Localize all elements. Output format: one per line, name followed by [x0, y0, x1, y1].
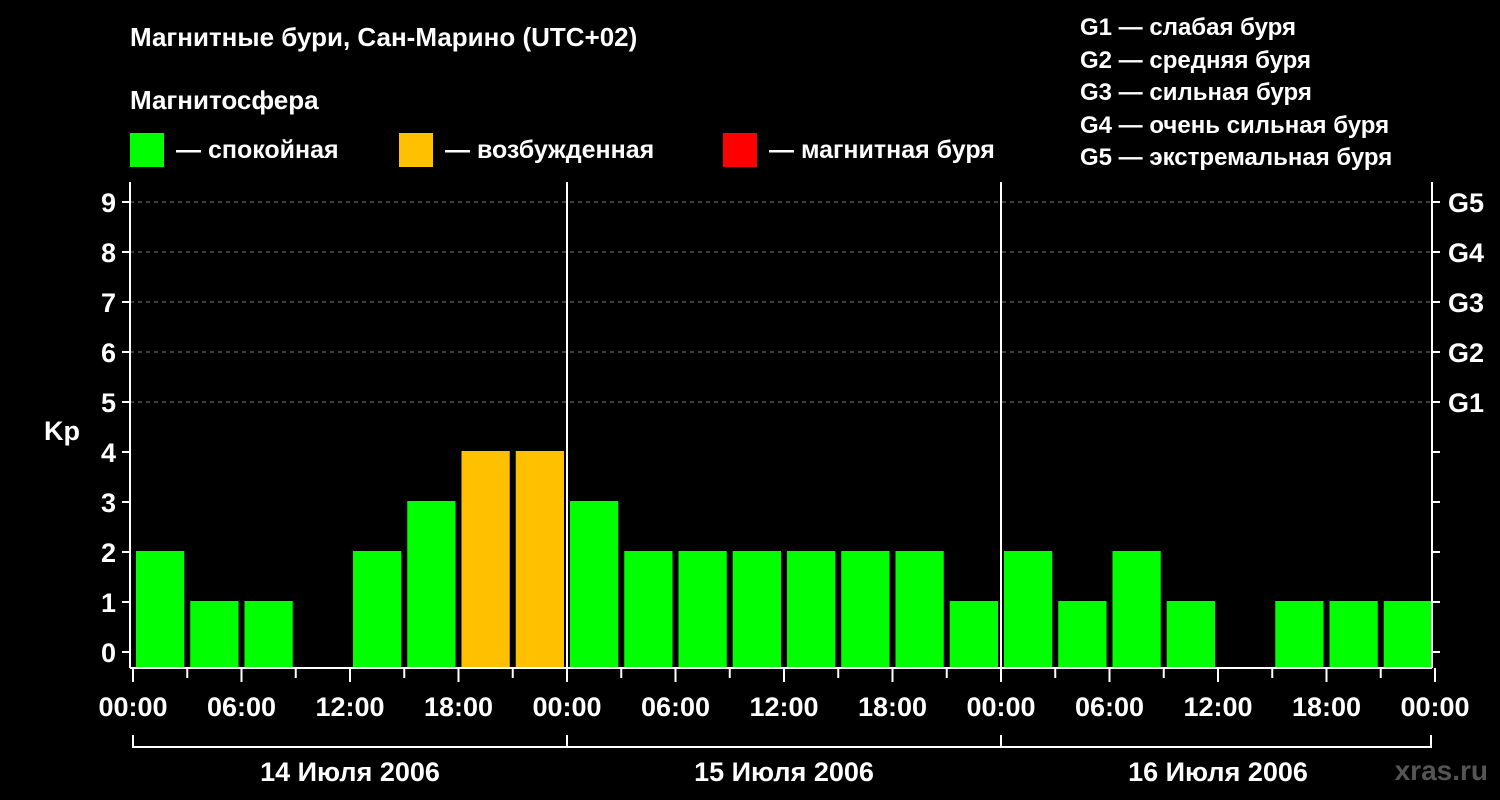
- x-tick-label: 00:00: [966, 692, 1035, 722]
- g-tick-label: G1: [1448, 388, 1484, 418]
- y-tick-label: 3: [101, 488, 116, 518]
- x-tick-label: 18:00: [1292, 692, 1361, 722]
- day-label: 14 Июля 2006: [260, 757, 440, 787]
- kp-bar: [1275, 601, 1324, 668]
- kp-bar: [1058, 601, 1107, 668]
- y-tick-label: 6: [101, 338, 116, 368]
- kp-bar: [570, 501, 619, 668]
- y-tick-label: 8: [101, 238, 116, 268]
- y-tick-label: 2: [101, 538, 116, 568]
- kp-bar: [732, 551, 781, 668]
- kp-bar: [1112, 551, 1161, 668]
- kp-bar: [895, 551, 944, 668]
- x-tick-label: 00:00: [1400, 692, 1469, 722]
- kp-bar: [1329, 601, 1378, 668]
- x-tick-label: 18:00: [424, 692, 493, 722]
- y-tick-label: 7: [101, 288, 116, 318]
- y-tick-label: 9: [101, 188, 116, 218]
- x-tick-label: 00:00: [532, 692, 601, 722]
- y-tick-label: 1: [101, 588, 116, 618]
- kp-bar: [1166, 601, 1215, 668]
- kp-bar: [461, 451, 510, 668]
- y-tick-label: 0: [101, 638, 116, 668]
- kp-bar: [949, 601, 998, 668]
- kp-bar: [515, 451, 564, 668]
- kp-bar: [353, 551, 402, 668]
- y-tick-label: 5: [101, 388, 116, 418]
- y-tick-label: 4: [101, 438, 116, 468]
- g-tick-label: G2: [1448, 338, 1484, 368]
- x-tick-label: 12:00: [1183, 692, 1252, 722]
- kp-bar: [190, 601, 239, 668]
- y-axis-label: Kp: [44, 416, 80, 446]
- kp-bar: [136, 551, 185, 668]
- g-tick-label: G3: [1448, 288, 1484, 318]
- day-label: 15 Июля 2006: [694, 757, 874, 787]
- g-tick-label: G4: [1448, 238, 1484, 268]
- day-label: 16 Июля 2006: [1128, 757, 1308, 787]
- kp-bar: [841, 551, 890, 668]
- kp-bar: [1004, 551, 1053, 668]
- kp-bar: [787, 551, 836, 668]
- kp-bar: [624, 551, 673, 668]
- x-tick-label: 18:00: [858, 692, 927, 722]
- x-tick-label: 12:00: [749, 692, 818, 722]
- x-tick-label: 06:00: [641, 692, 710, 722]
- kp-bar: [678, 551, 727, 668]
- x-tick-label: 00:00: [98, 692, 167, 722]
- kp-bar: [1383, 601, 1432, 668]
- x-tick-label: 12:00: [315, 692, 384, 722]
- watermark: xras.ru: [1394, 755, 1488, 786]
- kp-bar-chart: 0 1 2 3 4 5 6 7 8 9 G1 G2 G3 G4 G5 Kp 00:00 06:00 12:00 18:…: [44, 182, 1484, 787]
- kp-bar: [407, 501, 456, 668]
- g-tick-label: G5: [1448, 188, 1484, 218]
- kp-bar: [244, 601, 293, 668]
- x-tick-label: 06:00: [1075, 692, 1144, 722]
- x-tick-label: 06:00: [207, 692, 276, 722]
